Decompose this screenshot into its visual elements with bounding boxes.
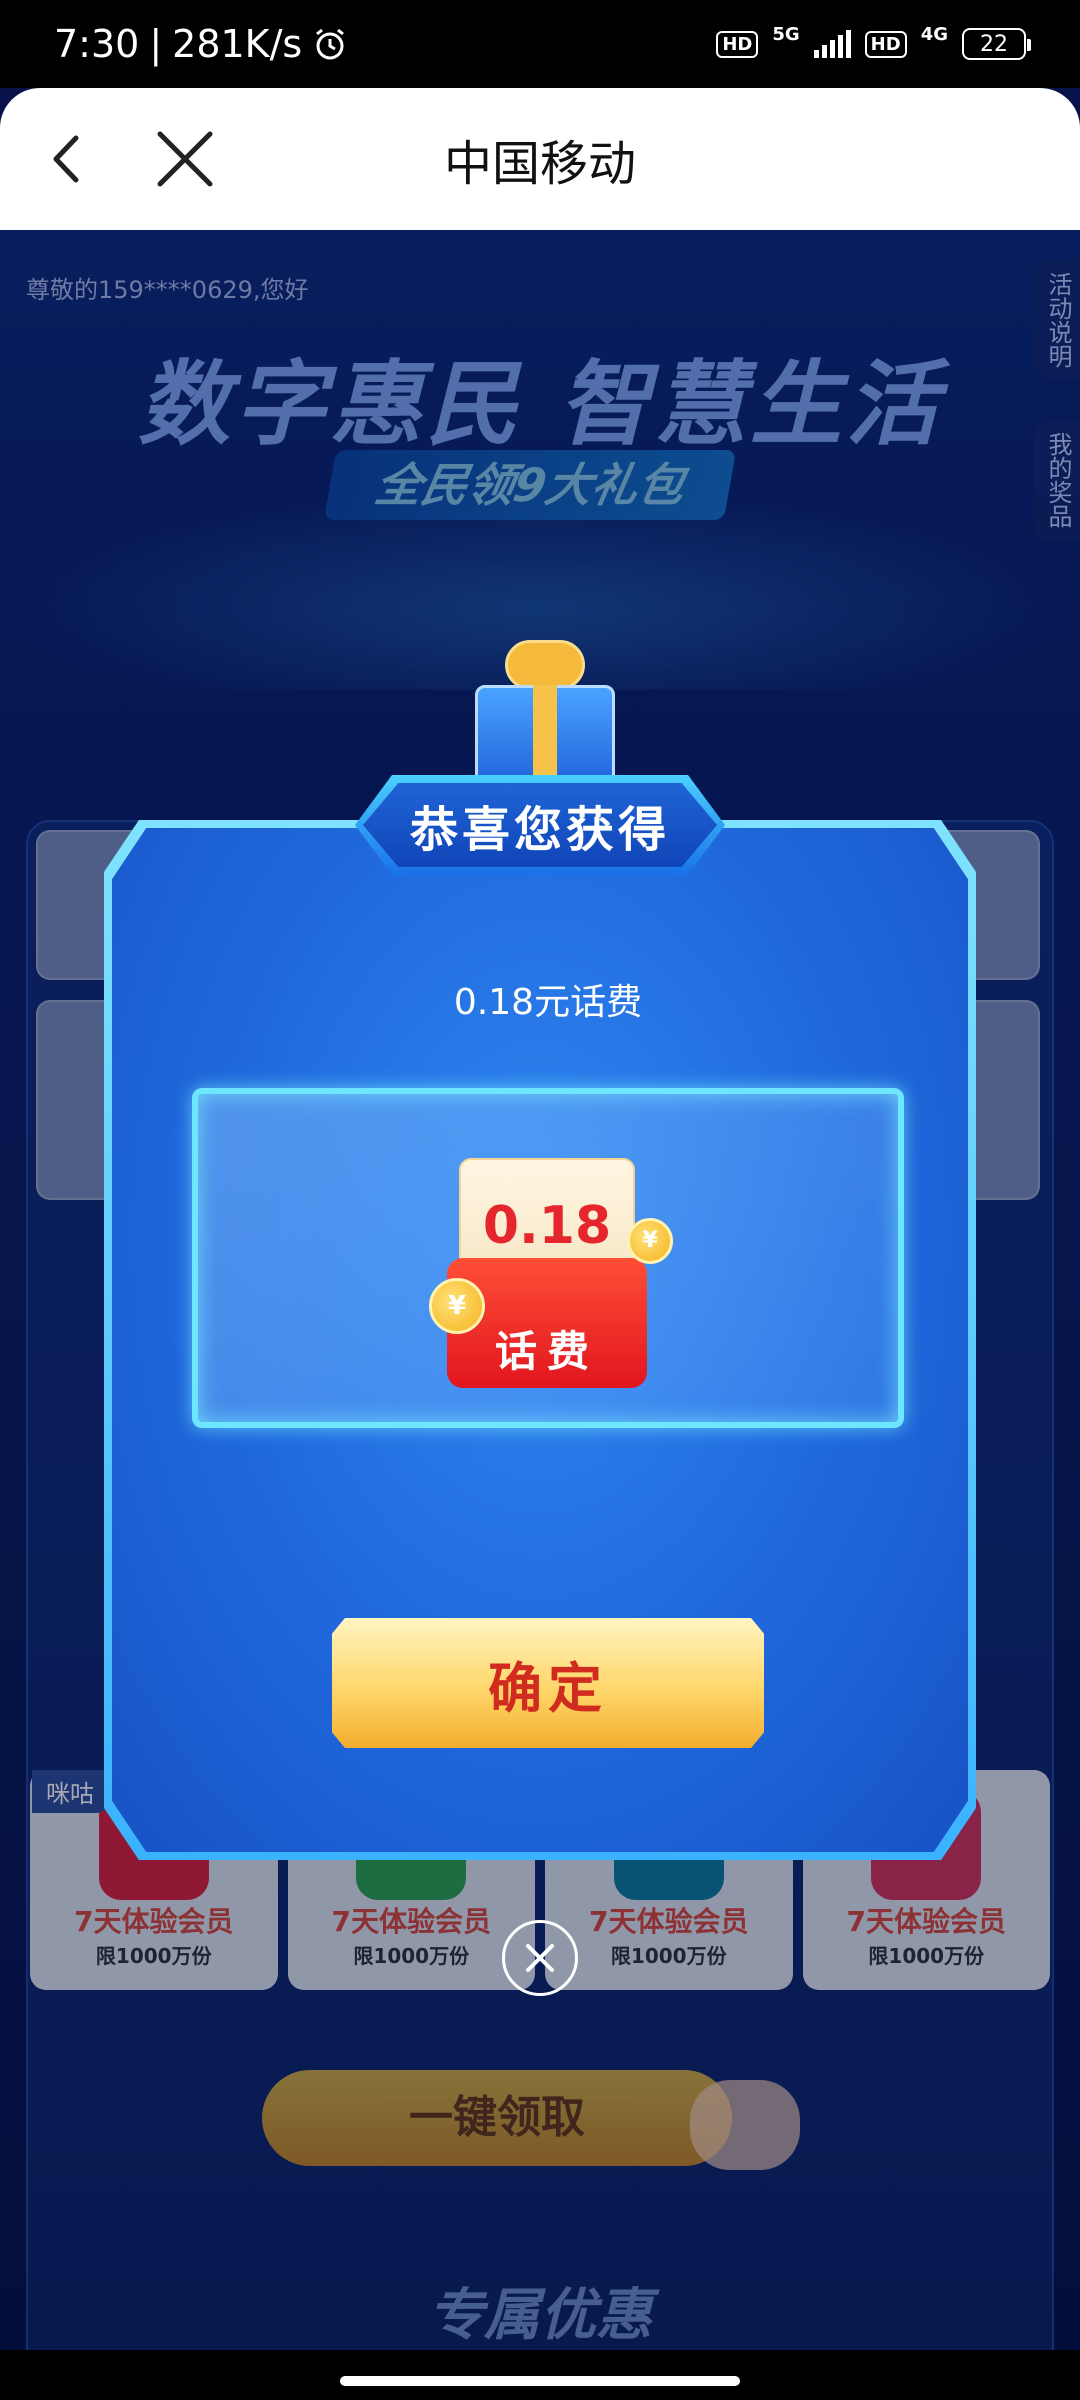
coupon-label: 话费 xyxy=(494,1327,599,1376)
status-bar: 7:30 | 281K/s HD 5G HD 4G 22 xyxy=(0,0,1080,2350)
battery-icon: 22 xyxy=(962,28,1031,60)
close-icon xyxy=(526,1944,554,1972)
close-icon[interactable] xyxy=(150,124,220,194)
modal-close-button[interactable] xyxy=(502,1920,578,1996)
back-arrow-icon[interactable] xyxy=(36,124,106,194)
modal-title: 恭喜您获得 xyxy=(363,783,717,867)
gift-box-icon xyxy=(455,630,635,800)
coin-icon: ¥ xyxy=(429,1278,485,1334)
status-speed: 281K/s xyxy=(172,22,303,66)
coupon-amount: 0.18 xyxy=(482,1196,612,1256)
network-type-1: 5G xyxy=(772,23,800,45)
status-time: 7:30 xyxy=(54,22,140,66)
home-indicator[interactable] xyxy=(340,2376,740,2386)
prize-description: 0.18元话费 xyxy=(453,982,643,1023)
navigation-bar xyxy=(0,2350,1080,2400)
signal-icon-1 xyxy=(813,30,851,58)
network-type-2: 4G xyxy=(920,23,948,45)
status-divider: | xyxy=(149,22,163,66)
confirm-button[interactable]: 确定 xyxy=(332,1618,764,1748)
coin-icon: ¥ xyxy=(627,1218,673,1264)
hd-badge-1: HD xyxy=(716,30,759,58)
modal-title-plate: 恭喜您获得 xyxy=(355,775,725,875)
prize-modal: 0.18元话费 0.18 话费 ¥ ¥ 确定 xyxy=(104,820,976,1860)
alarm-icon xyxy=(316,28,345,60)
hd-badge-2: HD xyxy=(864,30,907,58)
nav-header: 中国移动 xyxy=(0,88,1080,230)
prize-coupon: 0.18 话费 ¥ ¥ xyxy=(429,1158,673,1388)
